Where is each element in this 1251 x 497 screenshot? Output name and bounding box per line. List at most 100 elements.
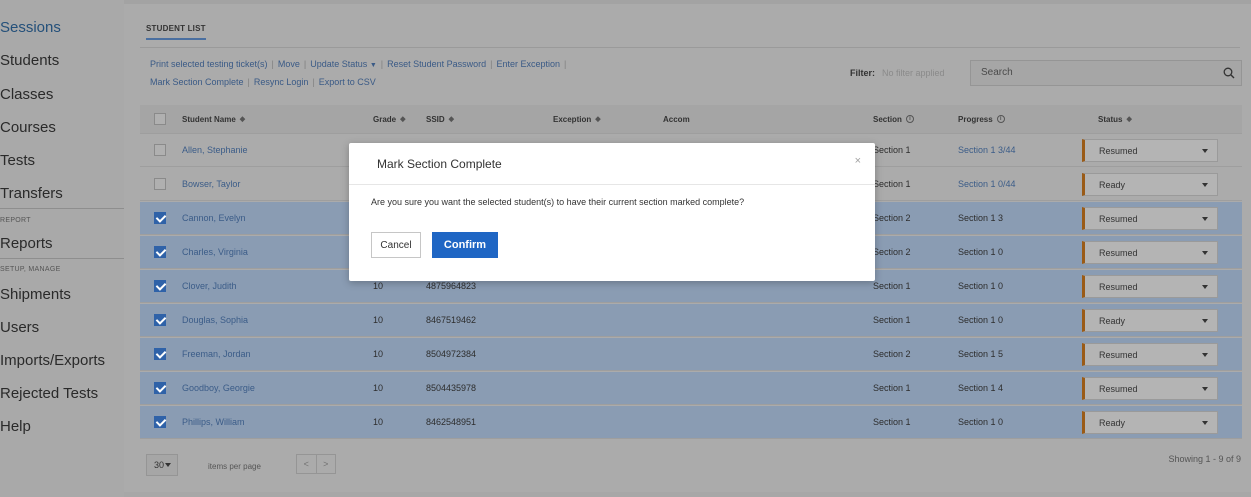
search-input[interactable] bbox=[981, 67, 1201, 78]
filter-value: No filter applied bbox=[882, 68, 945, 78]
enter-exception-link[interactable]: Enter Exception bbox=[497, 59, 561, 69]
sort-icon: ◆ bbox=[239, 116, 246, 123]
info-icon[interactable]: i bbox=[996, 115, 1005, 123]
prev-page-button[interactable]: < bbox=[297, 455, 316, 473]
progress-cell[interactable]: Section 1 0/44 bbox=[958, 179, 1016, 189]
sidebar-item-classes[interactable]: Classes bbox=[0, 86, 53, 103]
sidebar-item-students[interactable]: Students bbox=[0, 52, 59, 69]
info-icon[interactable]: i bbox=[905, 115, 914, 123]
status-select[interactable]: Ready bbox=[1082, 411, 1218, 434]
items-per-page-value: 30 bbox=[154, 460, 165, 470]
row-checkbox[interactable] bbox=[154, 280, 166, 292]
col-header-ssid[interactable]: SSID ◆ bbox=[426, 105, 454, 133]
sidebar-item-shipments[interactable]: Shipments bbox=[0, 286, 71, 303]
caret-down-icon bbox=[1202, 217, 1208, 221]
section-cell: Section 1 bbox=[873, 417, 911, 427]
status-select[interactable]: Resumed bbox=[1082, 377, 1218, 400]
row-checkbox[interactable] bbox=[154, 314, 166, 326]
sidebar-item-rejected-tests[interactable]: Rejected Tests bbox=[0, 385, 98, 402]
sidebar-item-users[interactable]: Users bbox=[0, 319, 39, 336]
items-per-page-label: items per page bbox=[208, 462, 261, 471]
status-value: Ready bbox=[1099, 417, 1126, 428]
sidebar-item-imports-exports[interactable]: Imports/Exports bbox=[0, 352, 105, 369]
cancel-button[interactable]: Cancel bbox=[371, 232, 421, 258]
mark-section-complete-link[interactable]: Mark Section Complete bbox=[150, 77, 244, 87]
header-label: Status bbox=[1098, 114, 1123, 124]
status-select[interactable]: Resumed bbox=[1082, 343, 1218, 366]
student-name-link[interactable]: Freeman, Jordan bbox=[182, 349, 251, 359]
student-name-link[interactable]: Cannon, Evelyn bbox=[182, 213, 246, 223]
header-label: Student Name bbox=[182, 114, 236, 124]
resync-login-link[interactable]: Resync Login bbox=[254, 77, 309, 87]
print-tickets-link[interactable]: Print selected testing ticket(s) bbox=[150, 59, 268, 69]
dialog-title: Mark Section Complete bbox=[377, 157, 502, 171]
export-csv-link[interactable]: Export to CSV bbox=[319, 77, 376, 87]
student-name-link[interactable]: Phillips, William bbox=[182, 417, 245, 427]
col-header-grade[interactable]: Grade ◆ bbox=[373, 105, 406, 133]
student-name-link[interactable]: Bowser, Taylor bbox=[182, 179, 240, 189]
sidebar-item-transfers[interactable]: Transfers bbox=[0, 185, 63, 202]
table-header-row: Student Name ◆ Grade ◆ SSID ◆ Exception ◆ Ac… bbox=[140, 105, 1242, 134]
separator: | bbox=[490, 59, 493, 69]
status-select[interactable]: Resumed bbox=[1082, 275, 1218, 298]
separator: | bbox=[564, 59, 567, 69]
update-status-link[interactable]: Update Status ▼ bbox=[310, 59, 377, 69]
student-name-link[interactable]: Allen, Stephanie bbox=[182, 145, 248, 155]
progress-cell[interactable]: Section 1 3/44 bbox=[958, 145, 1016, 155]
section-cell: Section 1 bbox=[873, 281, 911, 291]
section-cell: Section 1 bbox=[873, 145, 911, 155]
sidebar-item-reports[interactable]: Reports bbox=[0, 235, 53, 252]
sort-icon: ◆ bbox=[1126, 116, 1132, 123]
col-header-exception[interactable]: Exception ◆ bbox=[553, 105, 601, 133]
search-icon[interactable] bbox=[1223, 67, 1235, 79]
row-checkbox[interactable] bbox=[154, 348, 166, 360]
filter-label: Filter: bbox=[850, 68, 876, 78]
select-all-checkbox[interactable] bbox=[154, 113, 166, 125]
caret-down-icon bbox=[1202, 319, 1208, 323]
status-select[interactable]: Resumed bbox=[1082, 241, 1218, 264]
row-checkbox[interactable] bbox=[154, 144, 166, 156]
row-checkbox[interactable] bbox=[154, 246, 166, 258]
section-cell: Section 1 bbox=[873, 179, 911, 189]
student-name-link[interactable]: Douglas, Sophia bbox=[182, 315, 248, 325]
separator: | bbox=[303, 59, 307, 69]
showing-count: Showing 1 - 9 of 9 bbox=[1168, 454, 1241, 464]
status-select[interactable]: Resumed bbox=[1082, 207, 1218, 230]
col-header-status[interactable]: Status ◆ bbox=[1098, 105, 1132, 133]
row-checkbox[interactable] bbox=[154, 382, 166, 394]
sidebar-divider bbox=[0, 208, 124, 209]
mark-complete-dialog: Mark Section Complete × Are you sure you… bbox=[349, 143, 875, 281]
move-link[interactable]: Move bbox=[278, 59, 300, 69]
student-name-link[interactable]: Goodboy, Georgie bbox=[182, 383, 255, 393]
update-status-label: Update Status bbox=[310, 59, 368, 69]
sidebar-item-help[interactable]: Help bbox=[0, 418, 31, 435]
ssid-cell: 8504972384 bbox=[426, 349, 477, 359]
items-per-page-select[interactable]: 30 bbox=[146, 454, 178, 476]
separator: | bbox=[271, 59, 274, 69]
close-icon[interactable]: × bbox=[855, 155, 861, 167]
row-checkbox[interactable] bbox=[154, 178, 166, 190]
next-page-button[interactable]: > bbox=[315, 455, 336, 473]
status-select[interactable]: Ready bbox=[1082, 173, 1218, 196]
reset-password-link[interactable]: Reset Student Password bbox=[387, 59, 486, 69]
caret-down-icon bbox=[1202, 251, 1208, 255]
sidebar-item-courses[interactable]: Courses bbox=[0, 119, 56, 136]
caret-down-icon bbox=[1202, 183, 1208, 187]
confirm-button[interactable]: Confirm bbox=[432, 232, 498, 258]
table-row: Freeman, Jordan 10 8504972384 Section 2 Sect… bbox=[140, 338, 1242, 371]
tab-student-list[interactable]: STUDENT LIST bbox=[146, 24, 206, 40]
status-select[interactable]: Resumed bbox=[1082, 139, 1218, 162]
sort-icon: ◆ bbox=[400, 116, 406, 123]
student-name-link[interactable]: Charles, Virginia bbox=[182, 247, 248, 257]
tab-divider bbox=[140, 47, 1240, 48]
student-name-link[interactable]: Clover, Judith bbox=[182, 281, 237, 291]
row-checkbox[interactable] bbox=[154, 416, 166, 428]
sidebar-item-tests[interactable]: Tests bbox=[0, 152, 35, 169]
header-label: Progress bbox=[958, 114, 993, 124]
row-checkbox[interactable] bbox=[154, 212, 166, 224]
sidebar-item-sessions[interactable]: Sessions bbox=[0, 19, 61, 36]
sidebar-section-report: REPORT bbox=[0, 217, 31, 224]
grade-cell: 10 bbox=[373, 383, 384, 393]
col-header-name[interactable]: Student Name ◆ bbox=[182, 105, 245, 133]
status-select[interactable]: Ready bbox=[1082, 309, 1218, 332]
